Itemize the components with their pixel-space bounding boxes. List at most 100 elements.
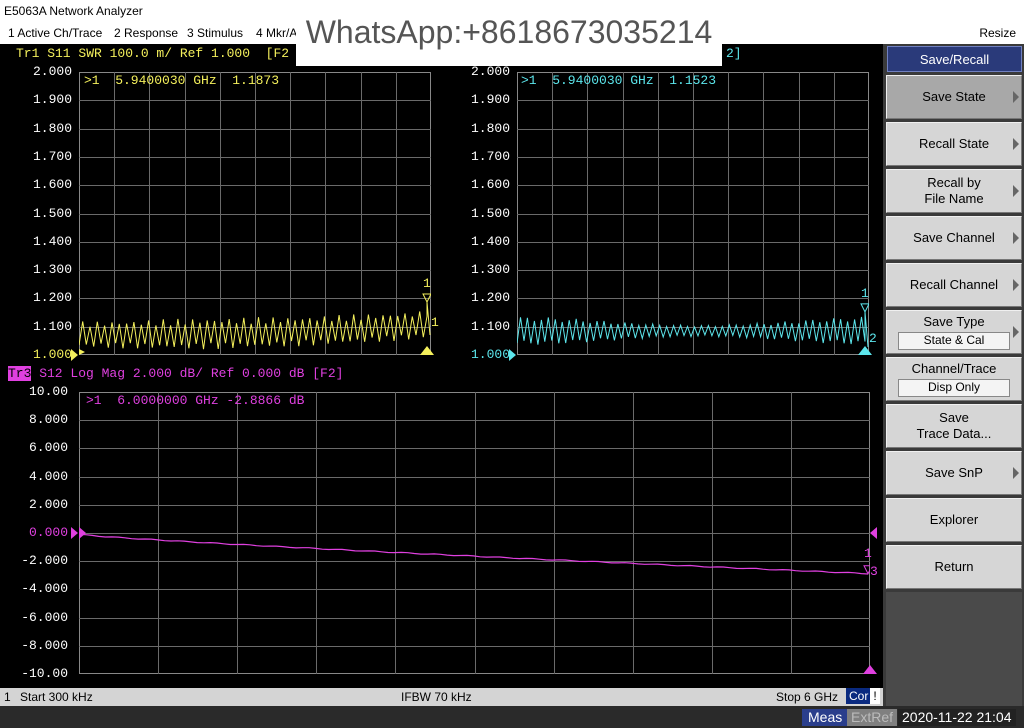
submenu-arrow-icon: [1013, 232, 1019, 244]
y-tick-label: 1.900: [470, 92, 510, 108]
trace-1-plot[interactable]: [79, 72, 431, 355]
trace-2-line: [517, 311, 869, 348]
softkey-menu-title: Save/Recall: [887, 46, 1022, 72]
status-channel: 1: [4, 690, 11, 704]
submenu-arrow-icon: [1013, 138, 1019, 150]
softkey-label: Recall State: [918, 136, 990, 151]
softkey-value: Disp Only: [898, 379, 1010, 397]
y-tick-label: 1.600: [32, 177, 72, 193]
y-tick-label: 1.000: [470, 347, 510, 362]
menu-stimulus[interactable]: 3 Stimulus: [185, 22, 245, 44]
y-tick-label: -4.000: [21, 581, 68, 597]
submenu-arrow-icon: [1013, 326, 1019, 338]
trace-3-plot[interactable]: [79, 392, 870, 674]
y-tick-label: 1.000: [32, 347, 72, 362]
trace-3-marker-readout: >1 6.0000000 GHz -2.8866 dB: [86, 393, 305, 408]
softkey-recall-state[interactable]: Recall State: [886, 122, 1022, 166]
menu-active-ch-trace[interactable]: 1 Active Ch/Trace: [6, 22, 104, 44]
trace-2-marker-tag: 1: [861, 286, 869, 301]
trace-1-line: [79, 301, 431, 350]
status-bar: 1 Start 300 kHz IFBW 70 kHz Stop 6 GHz C…: [0, 688, 883, 706]
y-tick-label: -10.00: [21, 666, 68, 681]
warning-badge: !: [870, 688, 880, 704]
softkey-explorer[interactable]: Explorer: [886, 498, 1022, 542]
clock: 2020-11-22 21:04: [898, 709, 1016, 726]
submenu-arrow-icon: [1013, 91, 1019, 103]
y-tick-label: 1.300: [32, 262, 72, 278]
y-tick-label: 2.000: [470, 64, 510, 79]
softkey-save-type[interactable]: Save Type State & Cal: [886, 310, 1022, 354]
y-tick-label: 6.000: [28, 440, 68, 456]
y-tick-label: 1.600: [470, 177, 510, 193]
softkey-value: State & Cal: [898, 332, 1010, 350]
meas-indicator: Meas: [802, 709, 849, 726]
extref-indicator: ExtRef: [847, 709, 898, 726]
menu-response[interactable]: 2 Response: [112, 22, 180, 44]
status-start: Start 300 kHz: [20, 690, 93, 704]
marker-1-icon: [422, 293, 431, 304]
y-tick-label: 1.400: [470, 233, 510, 249]
softkey-label: File Name: [924, 191, 984, 206]
softkey-recall-channel[interactable]: Recall Channel: [886, 263, 1022, 307]
softkey-save-snp[interactable]: Save SnP: [886, 451, 1022, 495]
softkey-return[interactable]: Return: [886, 545, 1022, 589]
trace-2-marker-readout: >1 5.9400030 GHz 1.1523: [521, 73, 717, 88]
trace-2-plot[interactable]: [517, 72, 869, 355]
trace-3-active-badge[interactable]: Tr3: [8, 366, 32, 381]
y-tick-label: 1.900: [32, 92, 72, 108]
trace-3-marker-tag: 1: [864, 546, 872, 561]
submenu-arrow-icon: [1013, 279, 1019, 291]
y-tick-label: 1.700: [470, 148, 510, 164]
softkey-label: Trace Data...: [916, 426, 992, 441]
y-tick-label: 1.300: [470, 262, 510, 278]
softkey-panel-filler: [886, 592, 1022, 706]
trace-2-title[interactable]: 2]: [726, 46, 742, 61]
reference-arrow-icon: [509, 349, 516, 361]
y-tick-label: 1.500: [470, 205, 510, 221]
menu-marker-analysis[interactable]: 4 Mkr/A: [254, 22, 299, 44]
y-tick-label: 2.000: [28, 496, 68, 512]
softkey-save-state[interactable]: Save State: [886, 75, 1022, 119]
softkey-save-trace-data[interactable]: Save Trace Data...: [886, 404, 1022, 448]
trace-1-title[interactable]: Tr1 S11 SWR 100.0 m/ Ref 1.000 [F2: [16, 46, 289, 61]
trace-3-line: [79, 533, 869, 575]
y-tick-label: 1.500: [32, 205, 72, 221]
softkey-label: Save SnP: [925, 465, 983, 480]
softkey-panel: Save/Recall Save State Recall State Recall…: [883, 44, 1024, 706]
softkey-recall-by-file-name[interactable]: Recall by File Name: [886, 169, 1022, 213]
y-tick-label: 1.800: [32, 120, 72, 136]
softkey-label: Recall Channel: [909, 277, 999, 292]
window-title: E5063A Network Analyzer: [4, 4, 143, 18]
trace-3-title: S12 Log Mag 2.000 dB/ Ref 0.000 dB [F2]: [31, 366, 344, 381]
trace-3-title-row[interactable]: Tr3 S12 Log Mag 2.000 dB/ Ref 0.000 dB […: [8, 366, 343, 381]
correction-badge: Cor: [846, 688, 872, 704]
softkey-label: Save: [939, 410, 969, 425]
status-stop: Stop 6 GHz: [776, 690, 839, 704]
y-tick-label: 8.000: [28, 412, 68, 428]
reference-arrow-icon: [870, 527, 877, 539]
y-tick-label: 1.400: [32, 233, 72, 249]
softkey-channel-trace[interactable]: Channel/Trace Disp Only: [886, 357, 1022, 401]
y-tick-label: 1.100: [32, 318, 72, 334]
softkey-label: Save State: [922, 89, 986, 104]
status-ifbw: IFBW 70 kHz: [401, 690, 472, 704]
watermark-overlay: WhatsApp:+8618673035214: [296, 4, 722, 66]
marker-1-icon: [860, 303, 869, 314]
softkey-save-channel[interactable]: Save Channel: [886, 216, 1022, 260]
y-tick-label: -6.000: [21, 609, 68, 625]
softkey-label: Save Channel: [913, 230, 995, 245]
softkey-label: Return: [934, 559, 974, 574]
resize-button[interactable]: Resize: [977, 22, 1018, 44]
analyzer-screen: Tr1 S11 SWR 100.0 m/ Ref 1.000 [F2 2.000…: [0, 44, 883, 688]
trace-2-end-tag: 2: [869, 331, 877, 346]
y-tick-label: -8.000: [21, 637, 68, 653]
reference-arrow-icon: [71, 349, 78, 361]
trace-3-end-tag: 3: [870, 564, 878, 579]
y-tick-label: 4.000: [28, 468, 68, 484]
trace-1-end-tag: 1: [431, 315, 439, 330]
stop-arrow-icon: [863, 665, 877, 674]
stop-arrow-icon: [420, 346, 434, 355]
softkey-label: Explorer: [929, 512, 979, 527]
trace-1-marker-readout: >1 5.9400030 GHz 1.1873: [84, 73, 280, 88]
stop-arrow-icon: [858, 346, 872, 355]
